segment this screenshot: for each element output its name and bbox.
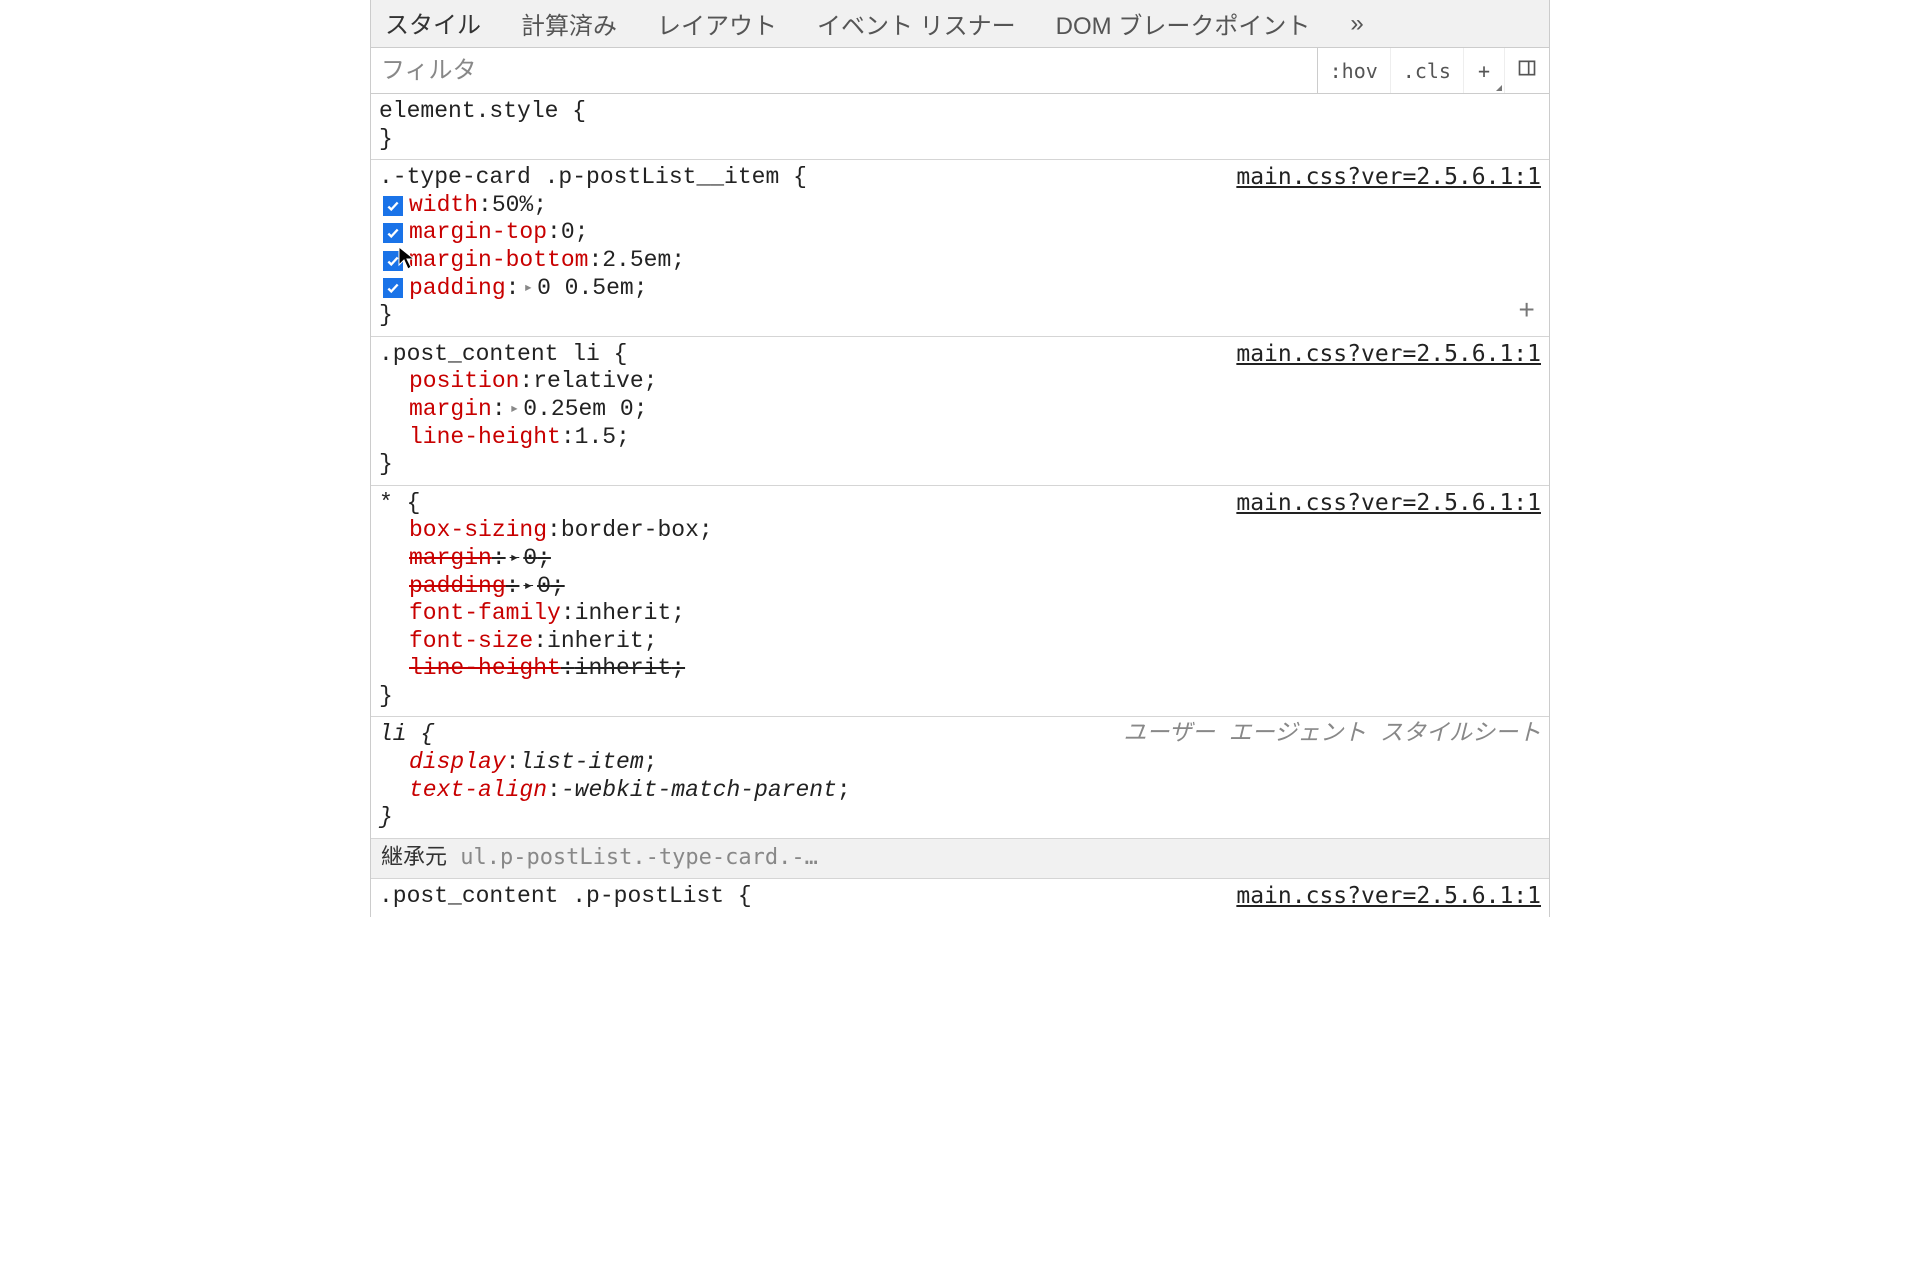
tab-styles[interactable]: スタイル: [379, 0, 487, 51]
inherited-label: 継承元: [381, 846, 447, 871]
css-value[interactable]: inherit: [575, 655, 672, 683]
css-property[interactable]: line-height: [409, 655, 561, 683]
rule-post-content-li[interactable]: main.css?ver=2.5.6.1:1 .post_content li …: [371, 337, 1549, 486]
css-property[interactable]: margin-top: [409, 219, 547, 247]
css-property[interactable]: padding: [409, 573, 506, 601]
source-link[interactable]: main.css?ver=2.5.6.1:1: [1236, 883, 1541, 911]
css-property[interactable]: margin: [409, 396, 492, 424]
css-property[interactable]: margin: [409, 545, 492, 573]
expand-shorthand-icon[interactable]: ▸: [510, 400, 520, 419]
inherited-selector[interactable]: ul.p-postList.-type-card.-…: [460, 845, 818, 870]
css-value[interactable]: 50%: [492, 192, 533, 220]
rule-post-content-postlist[interactable]: main.css?ver=2.5.6.1:1 .post_content .p-…: [371, 879, 1549, 917]
declaration[interactable]: margin-bottom: 2.5em;: [379, 247, 1541, 275]
devtools-tabs: スタイル 計算済み レイアウト イベント リスナー DOM ブレークポイント »: [371, 0, 1549, 48]
declaration[interactable]: line-height: 1.5;: [379, 424, 1541, 452]
panel-right-icon: [1517, 58, 1537, 83]
plus-icon: +: [1478, 59, 1490, 83]
expand-shorthand-icon[interactable]: ▸: [523, 577, 533, 596]
css-value[interactable]: 0.25em 0: [523, 396, 633, 424]
css-property[interactable]: width: [409, 192, 478, 220]
rules-list: element.style { } main.css?ver=2.5.6.1:1…: [371, 94, 1549, 917]
css-value[interactable]: 1.5: [575, 424, 616, 452]
css-value[interactable]: 2.5em: [602, 247, 671, 275]
selector[interactable]: .post_content li: [379, 341, 600, 367]
selector[interactable]: *: [379, 490, 393, 516]
css-value[interactable]: -webkit-match-parent: [561, 777, 837, 805]
css-property[interactable]: display: [409, 749, 506, 777]
source-link[interactable]: main.css?ver=2.5.6.1:1: [1236, 164, 1541, 192]
tabs-overflow[interactable]: »: [1344, 2, 1369, 46]
declaration[interactable]: margin-top: 0;: [379, 219, 1541, 247]
add-declaration-button[interactable]: +: [1518, 296, 1535, 330]
hov-button[interactable]: :hov: [1318, 48, 1391, 93]
declaration[interactable]: text-align: -webkit-match-parent;: [379, 777, 1541, 805]
property-toggle-checkbox[interactable]: [383, 196, 403, 216]
filter-input[interactable]: [371, 48, 1318, 93]
cls-button[interactable]: .cls: [1391, 48, 1464, 93]
property-toggle-checkbox[interactable]: [383, 278, 403, 298]
source-link[interactable]: main.css?ver=2.5.6.1:1: [1236, 490, 1541, 518]
css-value[interactable]: inherit: [547, 628, 644, 656]
declaration[interactable]: font-size: inherit;: [379, 628, 1541, 656]
rule-li-ua[interactable]: ユーザー エージェント スタイルシート li { display: list-i…: [371, 717, 1549, 838]
selector[interactable]: element.style: [379, 98, 558, 124]
rule-element-style[interactable]: element.style { }: [371, 94, 1549, 160]
css-property[interactable]: box-sizing: [409, 517, 547, 545]
declaration[interactable]: width: 50%;: [379, 192, 1541, 220]
declaration[interactable]: margin:▸0.25em 0;: [379, 396, 1541, 424]
selector[interactable]: li: [379, 721, 407, 747]
property-toggle-checkbox[interactable]: [383, 223, 403, 243]
declaration[interactable]: box-sizing: border-box;: [379, 517, 1541, 545]
styles-panel: スタイル 計算済み レイアウト イベント リスナー DOM ブレークポイント »…: [370, 0, 1550, 917]
css-value[interactable]: relative: [533, 368, 643, 396]
ua-stylesheet-label: ユーザー エージェント スタイルシート: [1123, 721, 1541, 749]
rule-universal[interactable]: main.css?ver=2.5.6.1:1 * { box-sizing: b…: [371, 486, 1549, 718]
css-value[interactable]: 0: [561, 219, 575, 247]
declaration[interactable]: padding:▸0 0.5em;: [379, 275, 1541, 303]
expand-shorthand-icon[interactable]: ▸: [523, 279, 533, 298]
tab-event-listeners[interactable]: イベント リスナー: [811, 0, 1022, 49]
declaration-overridden[interactable]: line-height: inherit;: [379, 655, 1541, 683]
toggle-computed-panel-button[interactable]: [1505, 48, 1549, 93]
css-value[interactable]: 0: [523, 545, 537, 573]
css-value[interactable]: 0 0.5em: [537, 275, 634, 303]
css-property[interactable]: line-height: [409, 424, 561, 452]
selector[interactable]: .-type-card .p-postList__item: [379, 164, 779, 190]
css-value[interactable]: list-item: [519, 749, 643, 777]
inherited-from-header: 継承元 ul.p-postList.-type-card.-…: [371, 839, 1549, 879]
expand-shorthand-icon[interactable]: ▸: [510, 549, 520, 568]
selector[interactable]: .post_content .p-postList: [379, 883, 724, 909]
css-value[interactable]: border-box: [561, 517, 699, 545]
css-property[interactable]: font-size: [409, 628, 533, 656]
css-property[interactable]: font-family: [409, 600, 561, 628]
css-property[interactable]: text-align: [409, 777, 547, 805]
source-link[interactable]: main.css?ver=2.5.6.1:1: [1236, 341, 1541, 369]
declaration[interactable]: display: list-item;: [379, 749, 1541, 777]
css-property[interactable]: padding: [409, 275, 506, 303]
tab-computed[interactable]: 計算済み: [515, 0, 623, 49]
tab-layout[interactable]: レイアウト: [651, 0, 783, 49]
declaration-overridden[interactable]: padding:▸0;: [379, 573, 1541, 601]
declaration-overridden[interactable]: margin:▸0;: [379, 545, 1541, 573]
property-toggle-checkbox[interactable]: [383, 251, 403, 271]
css-property[interactable]: margin-bottom: [409, 247, 588, 275]
new-style-rule-button[interactable]: +: [1464, 48, 1505, 93]
tab-dom-breakpoints[interactable]: DOM ブレークポイント: [1050, 0, 1317, 49]
declaration[interactable]: font-family: inherit;: [379, 600, 1541, 628]
css-value[interactable]: inherit: [575, 600, 672, 628]
declaration[interactable]: position: relative;: [379, 368, 1541, 396]
rule-type-card[interactable]: main.css?ver=2.5.6.1:1 .-type-card .p-po…: [371, 160, 1549, 337]
styles-toolbar: :hov .cls +: [371, 48, 1549, 94]
css-value[interactable]: 0: [537, 573, 551, 601]
css-property[interactable]: position: [409, 368, 519, 396]
